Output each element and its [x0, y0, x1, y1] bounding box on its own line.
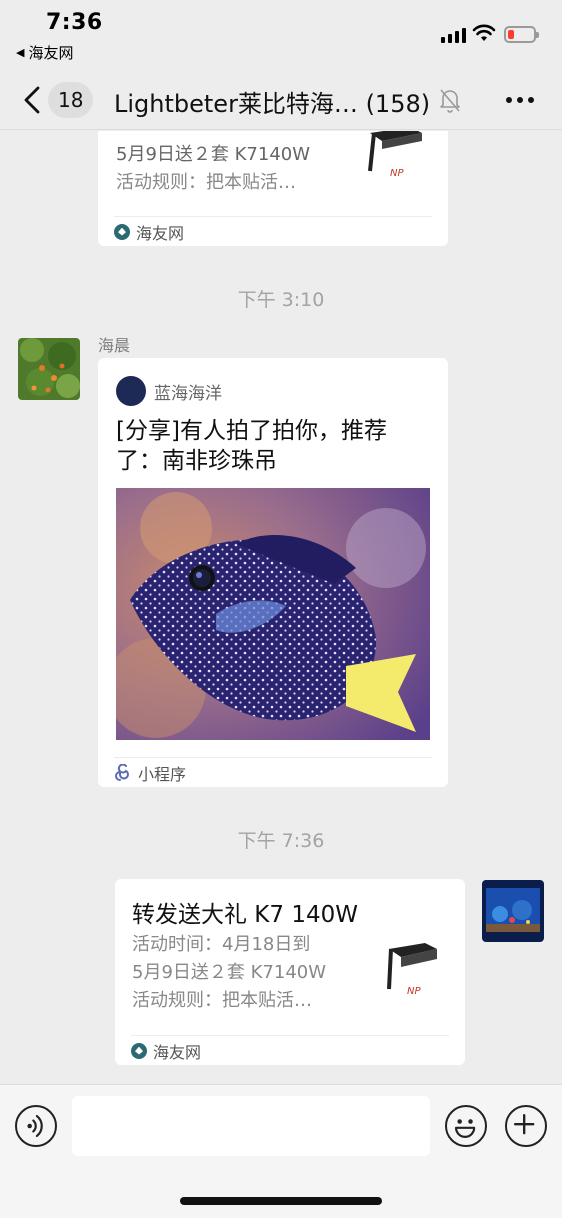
back-app-label: 海友网: [28, 44, 74, 62]
chat-title: Lightbeter莱比特海… (158): [114, 90, 431, 118]
link-source: 海友网: [114, 216, 432, 246]
site-logo-icon: [131, 1042, 147, 1059]
light-fixture-thumbnail: NP: [368, 131, 422, 179]
avatar-image: [18, 338, 80, 400]
mini-program-label: 小程序: [138, 764, 187, 784]
svg-text:NP: NP: [390, 168, 404, 179]
status-time: 7:36: [46, 10, 103, 35]
unread-count-badge[interactable]: 18: [48, 82, 94, 118]
chat-header: 18 Lightbeter莱比特海… (158): [0, 72, 562, 130]
link-desc-line: 5月9日送２套 K7140W: [116, 144, 311, 165]
mini-program-header: 蓝海海洋: [116, 376, 222, 406]
mini-program-icon: [115, 763, 129, 781]
mini-program-title: [分享]有人拍了拍你，推荐了：南非珍珠吊: [116, 418, 387, 474]
svg-text:NP: NP: [407, 986, 421, 997]
link-description: 5月9日送２套 K7140W 活动规则：把本贴活…: [116, 141, 356, 197]
voice-icon[interactable]: [15, 1105, 57, 1147]
emoji-icon[interactable]: [445, 1105, 487, 1147]
chevron-left-icon[interactable]: [18, 80, 48, 120]
battery-icon: [504, 26, 539, 43]
message-timestamp: 下午 3:10: [237, 289, 325, 311]
link-desc-line: 活动时间：4月18日到: [132, 934, 311, 955]
source-name: 海友网: [136, 223, 185, 243]
mini-program-logo-icon: [116, 376, 146, 406]
mini-program-name: 蓝海海洋: [154, 383, 222, 404]
message-input[interactable]: [72, 1096, 430, 1156]
plus-icon[interactable]: [505, 1105, 547, 1147]
message-timestamp: 下午 7:36: [237, 830, 325, 852]
link-source: 海友网: [131, 1035, 449, 1065]
message-list[interactable]: 5月9日送２套 K7140W 活动规则：把本贴活… NP 海友网 下午 3:10…: [0, 131, 562, 1084]
link-desc-line: 5月9日送２套 K7140W: [132, 962, 327, 983]
link-desc-line: 活动规则：把本贴活…: [116, 172, 296, 193]
back-triangle-icon: ◀: [16, 46, 25, 59]
back-to-app-link[interactable]: ◀ 海友网: [16, 42, 73, 63]
fish-photo: [116, 488, 430, 740]
avatar[interactable]: [482, 880, 544, 942]
avatar[interactable]: [18, 338, 80, 400]
bell-off-icon: [440, 89, 460, 113]
link-card[interactable]: 5月9日送２套 K7140W 活动规则：把本贴活… NP 海友网: [98, 131, 448, 246]
ellipsis-icon[interactable]: [504, 88, 536, 112]
link-desc-line: 活动规则：把本贴活…: [132, 990, 312, 1011]
link-description: 活动时间：4月18日到 5月9日送２套 K7140W 活动规则：把本贴活…: [132, 931, 372, 1015]
site-logo-icon: [114, 223, 130, 240]
source-name: 海友网: [153, 1042, 202, 1062]
status-bar: 7:36 ◀ 海友网: [0, 0, 562, 72]
link-card[interactable]: 转发送大礼 K7 140W 活动时间：4月18日到 5月9日送２套 K7140W…: [115, 879, 465, 1065]
mini-program-card[interactable]: 蓝海海洋 [分享]有人拍了拍你，推荐了：南非珍珠吊 小程序: [98, 358, 448, 787]
light-fixture-thumbnail: NP: [387, 943, 437, 997]
avatar-image: [482, 880, 544, 942]
wifi-icon: [472, 24, 496, 41]
sender-name: 海晨: [98, 336, 131, 355]
link-title: 转发送大礼 K7 140W: [132, 902, 358, 928]
battery-level: [508, 30, 514, 39]
home-indicator[interactable]: [180, 1197, 382, 1205]
cellular-signal-icon: [441, 27, 466, 43]
mini-program-footer: 小程序: [114, 757, 432, 787]
